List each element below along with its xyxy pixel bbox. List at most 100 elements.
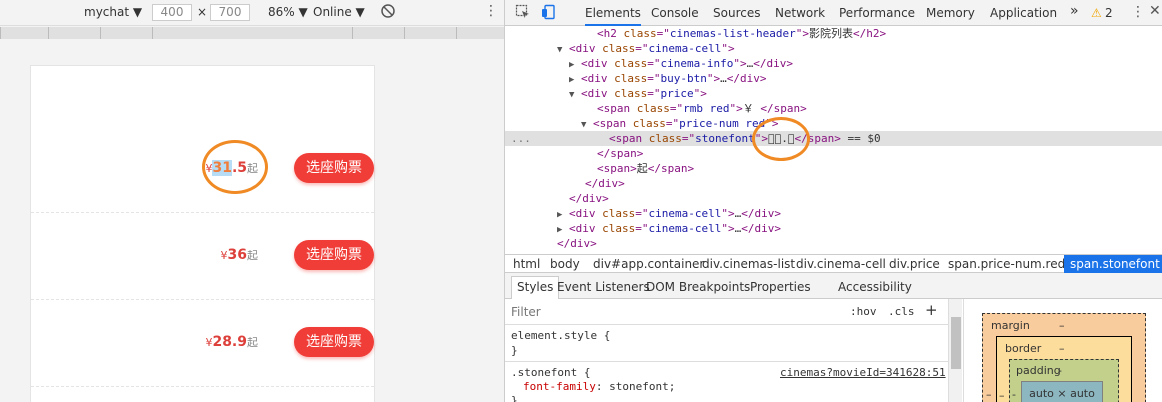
dom-node[interactable]: <span>起</span> xyxy=(505,161,1162,176)
dom-token: <h2 xyxy=(597,27,624,40)
rotate-icon[interactable] xyxy=(380,3,396,22)
ruler-segment[interactable] xyxy=(0,27,48,39)
dom-node[interactable]: <h2 class="cinemas-list-header">影院列表</h2… xyxy=(505,26,1162,41)
zoom-select[interactable]: 86% ▼ xyxy=(268,5,308,19)
device-select[interactable]: mychat ▼ xyxy=(84,5,142,19)
ruler-segment[interactable] xyxy=(152,27,352,39)
expanded-triangle-icon[interactable]: ▼ xyxy=(581,120,586,130)
buy-seat-button[interactable]: 选座购票 xyxy=(294,327,374,357)
styles-filter-input[interactable]: Filter xyxy=(511,305,541,319)
margin-left-value: – xyxy=(986,388,992,401)
devtools-menu-icon[interactable]: ⋮ xyxy=(1131,4,1145,20)
breadcrumb-item[interactable]: html xyxy=(513,257,540,271)
dom-node[interactable]: ▶ <div class="cinema-info">…</div> xyxy=(505,56,1162,71)
dom-token: … xyxy=(720,72,727,85)
dom-node[interactable]: </div> xyxy=(505,191,1162,206)
ruler-segment[interactable] xyxy=(456,27,504,39)
styles-scrollbar[interactable] xyxy=(948,299,962,402)
dom-node[interactable]: <span class="rmb red">￥ </span> xyxy=(505,101,1162,116)
dom-node-selected[interactable]: ...<span class="stonefont">.</span> =… xyxy=(505,131,1162,146)
tab-memory[interactable]: Memory xyxy=(926,6,975,20)
subtab-properties[interactable]: Properties xyxy=(750,280,811,294)
dom-token: =" xyxy=(647,87,661,100)
dom-node[interactable]: </div> xyxy=(505,176,1162,191)
rule-source-link[interactable]: cinemas?movieId=341628:51 xyxy=(780,366,946,379)
box-model-padding[interactable]: padding - - auto × auto xyxy=(1009,359,1119,402)
box-model-margin[interactable]: margin – – border – – padding - - auto ×… xyxy=(982,313,1146,402)
dom-token: class xyxy=(632,117,666,130)
inspect-element-icon[interactable] xyxy=(515,4,531,23)
dom-node[interactable]: </div> xyxy=(505,236,1162,251)
breadcrumb-item[interactable]: body xyxy=(550,257,580,271)
expanded-triangle-icon[interactable]: ▼ xyxy=(557,45,562,55)
ellipsis-icon[interactable]: ... xyxy=(511,131,531,146)
height-input[interactable]: 700 xyxy=(210,4,250,21)
rule-declaration[interactable]: font-family: stonefont; xyxy=(523,380,675,393)
dom-node[interactable]: ▼ <span class="price-num red"> xyxy=(505,116,1162,131)
hov-toggle[interactable]: :hov xyxy=(850,305,877,318)
chevron-down-icon: ▼ xyxy=(132,5,143,19)
tab-application[interactable]: Application xyxy=(990,6,1057,20)
media-query-ruler xyxy=(0,27,504,39)
collapsed-triangle-icon[interactable]: ▶ xyxy=(557,210,562,220)
cls-toggle[interactable]: .cls xyxy=(888,305,915,318)
dom-token: class xyxy=(636,102,670,115)
tab-performance[interactable]: Performance xyxy=(839,6,915,20)
ruler-segment[interactable] xyxy=(100,27,152,39)
breadcrumb-item[interactable]: div.price xyxy=(889,257,940,271)
dom-token: "> xyxy=(721,222,735,235)
collapsed-triangle-icon[interactable]: ▶ xyxy=(569,75,574,85)
ruler-segment[interactable] xyxy=(48,27,100,39)
dom-token: "> xyxy=(729,102,743,115)
dom-token: "> xyxy=(706,72,721,85)
devtools-tabbar: » ⚠ 2 ⋮ ✕ Elements Console Sources Network P… xyxy=(505,0,1162,26)
breadcrumb-item[interactable]: div.cinema-cell xyxy=(796,257,886,271)
breadcrumb-item[interactable]: span.stonefont xyxy=(1064,255,1162,273)
dom-token: cinema-cell xyxy=(648,222,722,235)
tab-elements[interactable]: Elements xyxy=(585,6,641,26)
more-tabs-icon[interactable]: » xyxy=(1070,3,1079,19)
dom-token: <div xyxy=(569,222,603,235)
warning-icon[interactable]: ⚠ xyxy=(1091,6,1102,20)
breadcrumb-item[interactable]: div.cinemas-list xyxy=(702,257,795,271)
buy-seat-button[interactable]: 选座购票 xyxy=(294,153,374,183)
subtab-accessibility[interactable]: Accessibility xyxy=(838,280,912,294)
dom-node[interactable]: </span> xyxy=(505,146,1162,161)
box-model-content[interactable]: auto × auto xyxy=(1021,381,1103,402)
tab-sources[interactable]: Sources xyxy=(713,6,760,20)
dom-token: ￥ xyxy=(742,102,761,115)
dom-token: =" xyxy=(635,42,649,55)
subtab-dom-breakpoints[interactable]: DOM Breakpoints xyxy=(646,280,750,294)
price-suffix: 起 xyxy=(247,249,258,262)
width-input[interactable]: 400 xyxy=(152,4,192,21)
more-options-icon[interactable]: ⋮ xyxy=(484,3,498,19)
dom-node[interactable]: ▼ <div class="cinema-cell"> xyxy=(505,41,1162,56)
dom-node[interactable]: ▶ <div class="cinema-cell">…</div> xyxy=(505,206,1162,221)
tab-console[interactable]: Console xyxy=(651,6,699,20)
devtools-pane: » ⚠ 2 ⋮ ✕ Elements Console Sources Network P… xyxy=(504,0,1162,402)
scrollbar-thumb[interactable] xyxy=(951,317,961,369)
add-rule-button[interactable]: + xyxy=(925,301,938,319)
subtab-event-listeners[interactable]: Event Listeners xyxy=(557,280,650,294)
ruler-segment[interactable] xyxy=(404,27,456,39)
box-model-border[interactable]: border – – padding - - auto × auto xyxy=(996,336,1132,402)
collapsed-triangle-icon[interactable]: ▶ xyxy=(569,60,574,70)
dom-node[interactable]: ▶ <div class="cinema-cell">…</div> xyxy=(505,221,1162,236)
price-value: 28.9 xyxy=(212,334,247,350)
buy-seat-button[interactable]: 选座购票 xyxy=(294,240,374,270)
dom-token: class xyxy=(623,27,657,40)
dom-node[interactable]: ▶ <div class="buy-btn">…</div> xyxy=(505,71,1162,86)
tab-network[interactable]: Network xyxy=(775,6,825,20)
dom-node[interactable]: ▼ <div class="price"> xyxy=(505,86,1162,101)
subtab-styles[interactable]: Styles xyxy=(511,276,560,299)
dom-token: class xyxy=(614,57,648,70)
breadcrumb-item[interactable]: div#app.container xyxy=(593,257,704,271)
network-value: Online xyxy=(313,5,352,19)
device-toggle-icon[interactable] xyxy=(541,4,557,23)
network-throttle-select[interactable]: Online ▼ xyxy=(313,5,365,19)
collapsed-triangle-icon[interactable]: ▶ xyxy=(557,225,562,235)
close-icon[interactable]: ✕ xyxy=(1149,3,1161,19)
breadcrumb-item[interactable]: span.price-num.red xyxy=(948,257,1065,271)
ruler-segment[interactable] xyxy=(352,27,404,39)
expanded-triangle-icon[interactable]: ▼ xyxy=(569,90,574,100)
